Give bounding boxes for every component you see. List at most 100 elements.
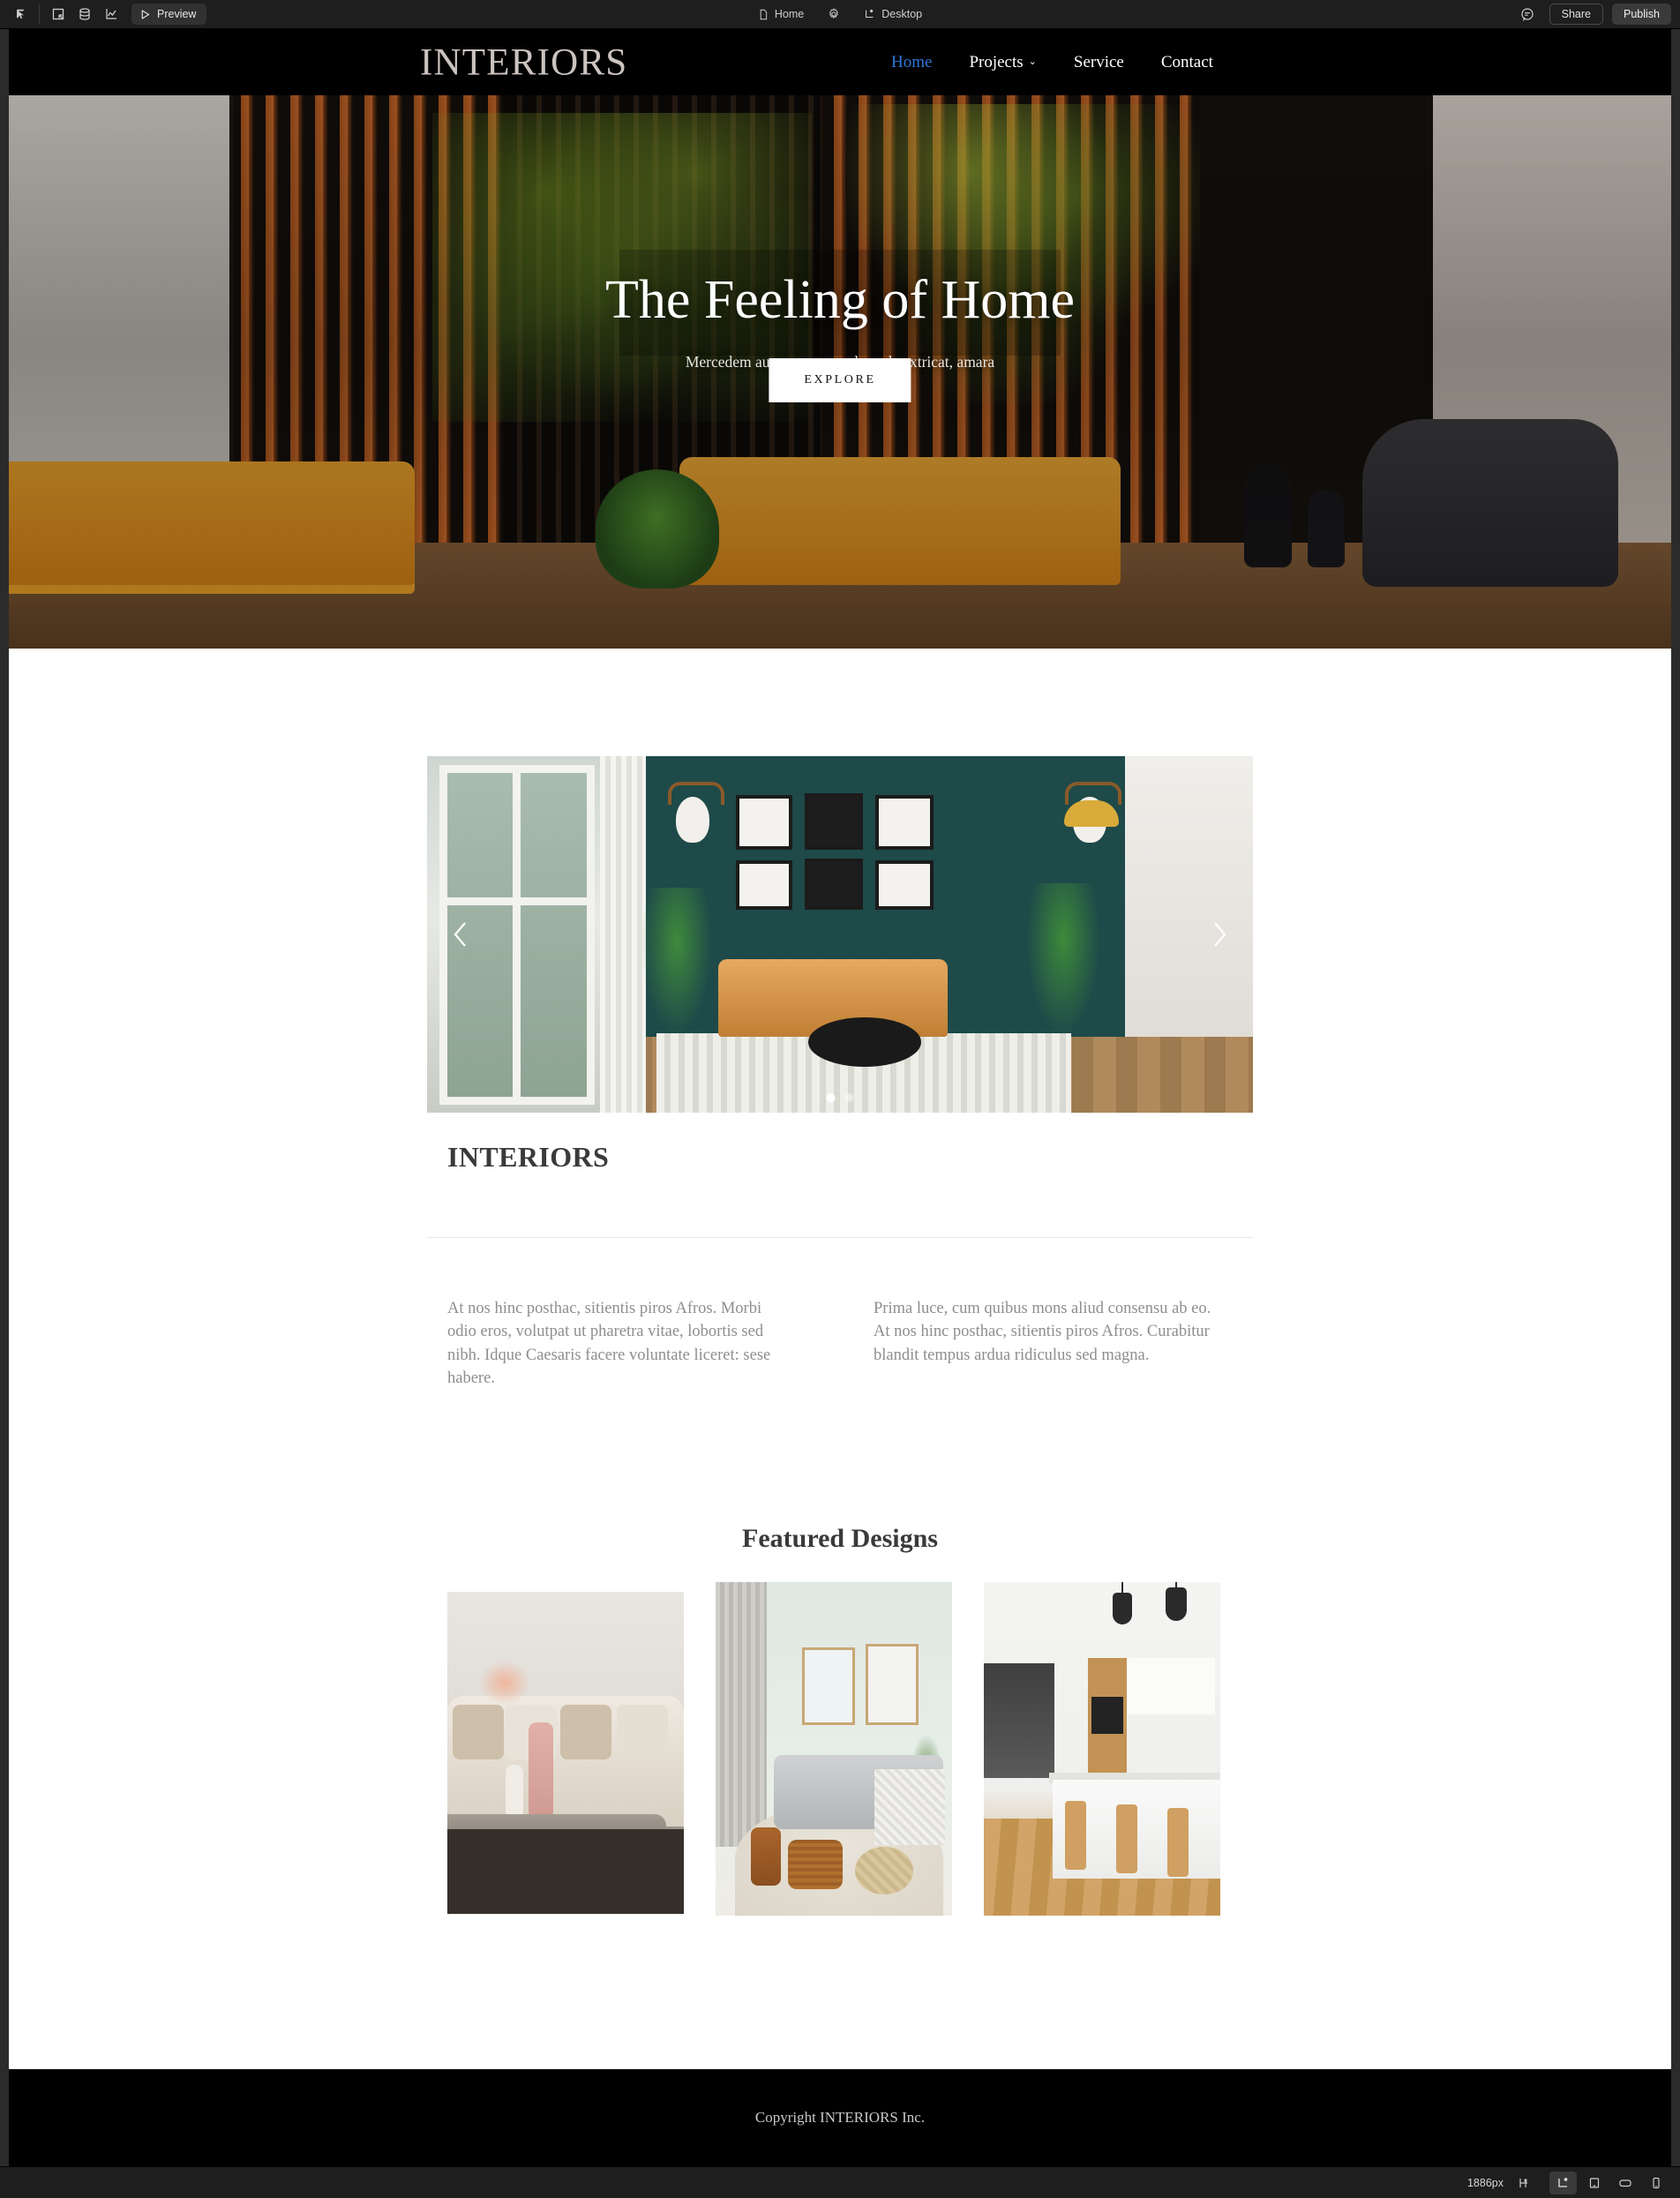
breakpoint-selector[interactable]: Desktop — [859, 4, 927, 24]
intro-column-left: At nos hinc posthac, sitientis piros Afr… — [447, 1300, 771, 1387]
carousel-art-frame-6 — [875, 860, 934, 910]
card2-knitted-pouf — [855, 1847, 913, 1895]
resize-handle-icon[interactable] — [1510, 2172, 1537, 2194]
site-navbar: INTERIORS Home Projects ⌄ Service Contac… — [9, 29, 1671, 95]
page-icon — [760, 9, 768, 19]
hero-title: The Feeling of Home — [604, 270, 1076, 330]
database-icon[interactable] — [71, 3, 98, 26]
carousel-dot-2[interactable] — [844, 1093, 854, 1102]
featured-cards — [427, 1582, 1253, 1917]
card1-pillow-3 — [560, 1705, 611, 1760]
preview-label: Preview — [157, 8, 197, 20]
breakpoint-label: Desktop — [881, 8, 923, 20]
toolbar-left-group: Preview — [0, 0, 207, 28]
carousel-prev-arrow[interactable] — [443, 917, 478, 952]
card3-bar-stool-2 — [1116, 1804, 1137, 1874]
toolbar-center-group: Home Desktop — [753, 0, 927, 28]
carousel-window-mullion-v — [513, 765, 521, 1105]
card2-art-frame-1 — [802, 1647, 855, 1726]
card2-art-frame-2 — [866, 1644, 919, 1726]
tablet-landscape-icon — [1618, 2179, 1631, 2187]
image-carousel[interactable] — [427, 756, 1253, 1113]
carousel-slide-image — [427, 756, 1253, 1113]
footer-copyright: Copyright INTERIORS Inc. — [754, 2109, 926, 2126]
page-selector[interactable]: Home — [753, 4, 809, 24]
explore-button[interactable]: EXPLORE — [769, 358, 911, 402]
intro-columns: At nos hinc posthac, sitientis piros Afr… — [427, 1238, 1253, 1390]
carousel-art-frame-5 — [805, 859, 863, 910]
card1-pillow-1 — [453, 1705, 504, 1760]
chevron-right-icon — [1214, 922, 1226, 947]
gear-icon[interactable] — [821, 3, 847, 26]
carousel-deer-head-left — [668, 782, 724, 843]
carousel-art-frame-3 — [875, 795, 934, 850]
featured-image-3 — [984, 1582, 1220, 1917]
card3-bar-stool-3 — [1167, 1808, 1189, 1878]
site-footer: Copyright INTERIORS Inc. — [9, 2069, 1671, 2166]
nav-link-projects-label: Projects — [969, 52, 1024, 71]
card3-background-room — [984, 1663, 1054, 1779]
card3-bar-stool-1 — [1065, 1801, 1086, 1871]
card2-wood-drum-table — [788, 1840, 843, 1890]
card1-pillow-4 — [617, 1705, 668, 1760]
featured-image-2 — [716, 1582, 952, 1917]
share-button[interactable]: Share — [1549, 4, 1603, 25]
canvas-width-label: 1886px — [1466, 2176, 1504, 2189]
featured-heading: Featured Designs — [742, 1524, 938, 1554]
site-logo[interactable]: INTERIORS — [420, 41, 627, 84]
preview-button[interactable]: Preview — [131, 4, 207, 25]
featured-card-living-room-green[interactable] — [716, 1582, 952, 1917]
intro-column-right: Prima luce, cum quibus mons aliud consen… — [874, 1300, 1211, 1364]
carousel-dot-1[interactable] — [826, 1093, 836, 1102]
carousel-plant-left — [639, 888, 715, 1042]
featured-card-living-room-neutral[interactable] — [447, 1592, 684, 1915]
editor-bottom-toolbar: 1886px — [0, 2166, 1680, 2198]
card1-white-vase — [506, 1765, 523, 1820]
comment-icon[interactable] — [1514, 3, 1541, 26]
hero-text-block: The Feeling of Home Mercedem aut nummos … — [9, 270, 1671, 402]
carousel-art-frame-2 — [805, 793, 863, 850]
carousel-next-arrow[interactable] — [1202, 917, 1237, 952]
featured-card-kitchen[interactable] — [984, 1582, 1220, 1917]
card1-dried-flower — [477, 1659, 532, 1707]
analytics-icon[interactable] — [98, 3, 124, 26]
mobile-icon — [1652, 2177, 1660, 2188]
frame-icon[interactable] — [45, 3, 71, 26]
card3-pendant-light-2 — [1166, 1582, 1187, 1622]
toolbar-right-group: Share Publish — [1514, 0, 1671, 28]
viewport-tablet-button[interactable] — [1611, 2172, 1639, 2194]
play-icon — [141, 9, 150, 19]
hero-section: The Feeling of Home Mercedem aut nummos … — [9, 95, 1671, 649]
carousel-plant-right — [1024, 883, 1103, 1042]
cursor-icon[interactable] — [7, 3, 34, 26]
nav-link-projects[interactable]: Projects ⌄ — [969, 53, 1036, 72]
toolbar-divider — [39, 4, 40, 24]
carousel-art-frame-4 — [736, 860, 792, 910]
carousel-coffee-table — [808, 1017, 921, 1067]
card3-white-cabinet — [1127, 1658, 1215, 1715]
desktop-icon — [1557, 2177, 1567, 2187]
chevron-down-icon: ⌄ — [1028, 56, 1037, 67]
viewport-laptop-button[interactable] — [1580, 2172, 1608, 2194]
nav-link-contact[interactable]: Contact — [1161, 53, 1213, 72]
nav-link-home[interactable]: Home — [891, 53, 932, 72]
carousel-dots — [826, 1093, 854, 1102]
viewport-desktop-button[interactable] — [1549, 2171, 1577, 2194]
publish-button[interactable]: Publish — [1612, 4, 1671, 25]
intro-heading: INTERIORS — [447, 1141, 610, 1173]
card2-wood-stool — [751, 1827, 781, 1887]
card2-throw-blanket — [874, 1769, 945, 1846]
page-label: Home — [774, 8, 805, 20]
editor-top-toolbar: Preview Home Desktop Share Publish — [0, 0, 1680, 29]
featured-image-1 — [447, 1592, 684, 1915]
viewport-mobile-button[interactable] — [1642, 2172, 1669, 2194]
carousel-art-frame-1 — [736, 795, 792, 850]
site-canvas: INTERIORS Home Projects ⌄ Service Contac… — [9, 29, 1671, 2166]
site-nav-links: Home Projects ⌄ Service Contact — [891, 53, 1213, 72]
card1-dark-rug — [447, 1829, 684, 1915]
card2-curtain — [716, 1582, 767, 1848]
chevron-left-icon — [454, 922, 466, 947]
nav-link-service[interactable]: Service — [1074, 53, 1124, 72]
card3-pendant-light-1 — [1113, 1582, 1132, 1625]
breakpoint-icon — [866, 9, 874, 19]
